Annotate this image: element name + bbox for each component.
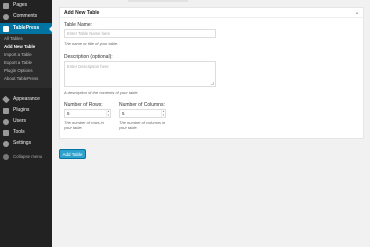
rows-label: Number of Rows: [64, 102, 103, 108]
settings-icon [3, 140, 9, 147]
resize-handle[interactable] [211, 82, 214, 85]
submenu-item-import-table[interactable]: Import a Table [4, 52, 32, 58]
table-name-description: The name or title of your table. [64, 41, 119, 46]
description-help-text: A description of the contents of your ta… [64, 90, 139, 95]
sidebar-item-comments[interactable]: Comments [0, 11, 52, 22]
users-icon [3, 118, 9, 125]
admin-sidebar: Pages Comments TablePress All Tables Add… [0, 0, 52, 247]
table-name-label: Table Name: [64, 22, 93, 28]
add-table-button[interactable]: Add Table [59, 149, 86, 159]
rows-stepper[interactable]: ▲ ▼ [106, 110, 110, 117]
collapse-menu-button[interactable]: Collapse menu [0, 151, 52, 162]
submenu-item-add-new-table[interactable]: Add New Table [4, 44, 35, 50]
description-label: Description (optional): [64, 54, 113, 60]
sidebar-item-settings[interactable]: Settings [0, 138, 52, 149]
add-new-table-postbox: Add New Table ▲ Table Name: Enter Table … [59, 7, 364, 139]
sidebar-item-label: Comments [13, 13, 38, 19]
columns-input[interactable]: 5 ▲ ▼ [119, 109, 166, 118]
sidebar-item-label: Users [13, 118, 27, 124]
tools-icon [3, 129, 9, 136]
columns-stepper[interactable]: ▲ ▼ [161, 110, 165, 117]
columns-label: Number of Columns: [119, 102, 165, 108]
plugins-icon [3, 107, 9, 114]
pages-icon [3, 2, 9, 9]
postbox-title: Add New Table [64, 9, 100, 16]
sidebar-item-label: Pages [13, 2, 28, 8]
rows-description-line-2: your table. [64, 125, 83, 130]
table-name-input[interactable]: Enter Table Name here [64, 29, 216, 38]
sidebar-item-label: Appearance [13, 96, 40, 102]
sidebar-item-label: TablePress [13, 25, 40, 31]
collapse-menu-label: Collapse menu [13, 154, 43, 159]
sidebar-item-label: Plugins [13, 107, 30, 113]
toggle-arrow-icon[interactable]: ▲ [355, 10, 359, 15]
description-placeholder: Enter Description here [67, 64, 109, 69]
submenu-item-all-tables[interactable]: All Tables [4, 36, 23, 42]
description-textarea[interactable]: Enter Description here [64, 61, 216, 87]
submenu-item-export-table[interactable]: Export a Table [4, 60, 32, 66]
sidebar-item-users[interactable]: Users [0, 116, 52, 127]
sidebar-item-pages[interactable]: Pages [0, 0, 52, 11]
rows-input[interactable]: 5 ▲ ▼ [64, 109, 111, 118]
sidebar-item-tablepress[interactable]: TablePress [0, 23, 52, 34]
columns-value: 5 [122, 111, 125, 116]
sidebar-item-appearance[interactable]: Appearance [0, 94, 52, 105]
sidebar-item-label: Settings [13, 140, 32, 146]
comments-icon [3, 13, 9, 20]
tablepress-submenu: All Tables Add New Table Import a Table … [0, 34, 52, 88]
sidebar-item-plugins[interactable]: Plugins [0, 105, 52, 116]
postbox-header[interactable]: Add New Table ▲ [60, 8, 363, 18]
columns-description-line-2: your table. [119, 125, 138, 130]
sidebar-item-label: Tools [13, 129, 25, 135]
rows-value: 5 [67, 111, 70, 116]
collapse-icon [3, 153, 9, 160]
sidebar-item-tools[interactable]: Tools [0, 127, 52, 138]
tablepress-icon [3, 25, 9, 32]
submenu-item-about-tablepress[interactable]: About TablePress [4, 76, 38, 82]
appearance-icon [2, 95, 10, 104]
top-notice-fragment [128, 0, 188, 2]
submenu-item-plugin-options[interactable]: Plugin Options [4, 68, 33, 74]
